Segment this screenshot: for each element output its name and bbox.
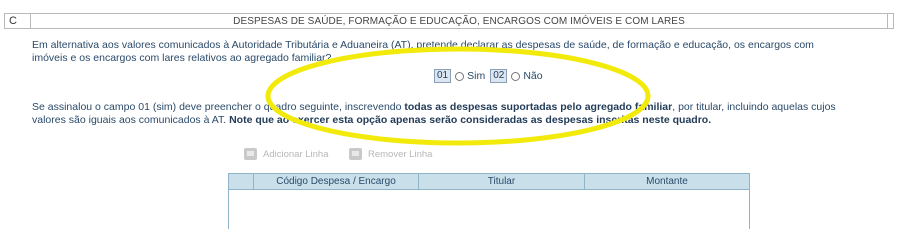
- intro-question: Em alternativa aos valores comunicados à…: [32, 39, 814, 64]
- section-header-end: [887, 14, 893, 28]
- col-titular[interactable]: Titular: [419, 174, 585, 189]
- option-code-no: 02: [490, 69, 508, 83]
- instructions-bold1: todas as despesas suportadas pelo agrega…: [404, 101, 673, 113]
- instructions-part1: Se assinalou o campo 01 (sim) deve preen…: [32, 101, 405, 113]
- yes-no-options: 01 Sim 02 Não: [434, 69, 548, 83]
- add-line-button[interactable]: Adicionar Linha: [244, 148, 329, 160]
- option-code-yes: 01: [434, 69, 452, 83]
- table-body: [229, 190, 749, 230]
- remove-line-icon: [349, 148, 362, 160]
- remove-line-button[interactable]: Remover Linha: [349, 148, 432, 160]
- expenses-table: Código Despesa / Encargo Titular Montant…: [228, 173, 750, 229]
- col-select: [229, 174, 254, 189]
- instructions-bold2: Note que ao exercer esta opção apenas se…: [229, 113, 712, 126]
- add-line-label: Adicionar Linha: [263, 148, 329, 160]
- radio-no-label[interactable]: Não: [523, 70, 542, 82]
- section-letter: C: [5, 14, 31, 28]
- section-header: C DESPESAS DE SAÚDE, FORMAÇÃO E EDUCAÇÃO…: [4, 13, 894, 29]
- remove-line-label: Remover Linha: [368, 148, 433, 160]
- col-expense-code[interactable]: Código Despesa / Encargo: [254, 174, 419, 189]
- radio-yes-label[interactable]: Sim: [467, 70, 485, 82]
- instructions-text: Se assinalou o campo 01 (sim) deve preen…: [32, 101, 862, 126]
- radio-no[interactable]: [511, 71, 521, 81]
- section-title: DESPESAS DE SAÚDE, FORMAÇÃO E EDUCAÇÃO, …: [233, 15, 685, 27]
- radio-yes[interactable]: [455, 71, 465, 81]
- table-header: Código Despesa / Encargo Titular Montant…: [229, 174, 749, 190]
- add-line-icon: [244, 148, 257, 160]
- col-amount[interactable]: Montante: [585, 174, 749, 189]
